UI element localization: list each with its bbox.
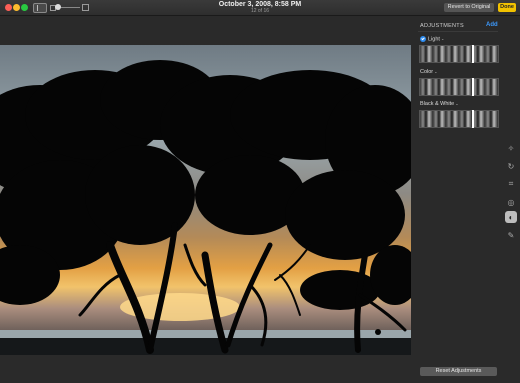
- done-button[interactable]: Done: [498, 3, 516, 12]
- photo-canvas[interactable]: [0, 45, 411, 355]
- black-white-slider-handle[interactable]: [472, 110, 474, 128]
- adjustments-title: ADJUSTMENTS: [420, 23, 464, 29]
- light-section-label: Light: [428, 36, 440, 43]
- light-section-header[interactable]: Light⌄: [420, 36, 444, 42]
- light-slider-handle[interactable]: [472, 45, 474, 63]
- retouch-icon[interactable]: ✎: [505, 229, 517, 241]
- photo-counter: 12 of 16: [250, 8, 270, 14]
- black-white-section-header[interactable]: Black & White⌄: [420, 101, 459, 107]
- color-section-header[interactable]: Color⌄: [420, 69, 438, 75]
- magic-wand-icon[interactable]: ✧: [505, 142, 517, 154]
- revert-to-original-button[interactable]: Revert to Original: [444, 3, 494, 12]
- add-adjustment-button[interactable]: Add: [486, 22, 498, 28]
- rotate-icon[interactable]: ↻: [505, 160, 517, 172]
- color-filmstrip[interactable]: [419, 78, 499, 96]
- adjust-icon[interactable]: ◐: [505, 211, 517, 223]
- photo-tree-silhouette: [0, 60, 411, 355]
- color-slider-handle[interactable]: [472, 78, 474, 96]
- black-white-filmstrip[interactable]: [419, 110, 499, 128]
- chevron-down-icon[interactable]: ⌄: [441, 36, 444, 41]
- photo-date-title: October 3, 2008, 8:58 PM: [218, 1, 302, 8]
- filters-icon[interactable]: ◎: [505, 196, 517, 208]
- chevron-down-icon[interactable]: ⌄: [434, 69, 437, 74]
- color-section-label: Color: [420, 69, 434, 75]
- panel-divider: [418, 31, 498, 32]
- chevron-down-icon[interactable]: ⌄: [455, 101, 458, 106]
- reset-adjustments-button[interactable]: Reset Adjustments: [420, 367, 497, 376]
- window-titlebar: October 3, 2008, 8:58 PM 12 of 16 Revert…: [0, 0, 520, 16]
- black-white-section-label: Black & White: [420, 101, 455, 107]
- check-icon[interactable]: [420, 36, 426, 42]
- crop-icon[interactable]: ⌗: [505, 178, 517, 190]
- light-filmstrip[interactable]: [419, 45, 499, 63]
